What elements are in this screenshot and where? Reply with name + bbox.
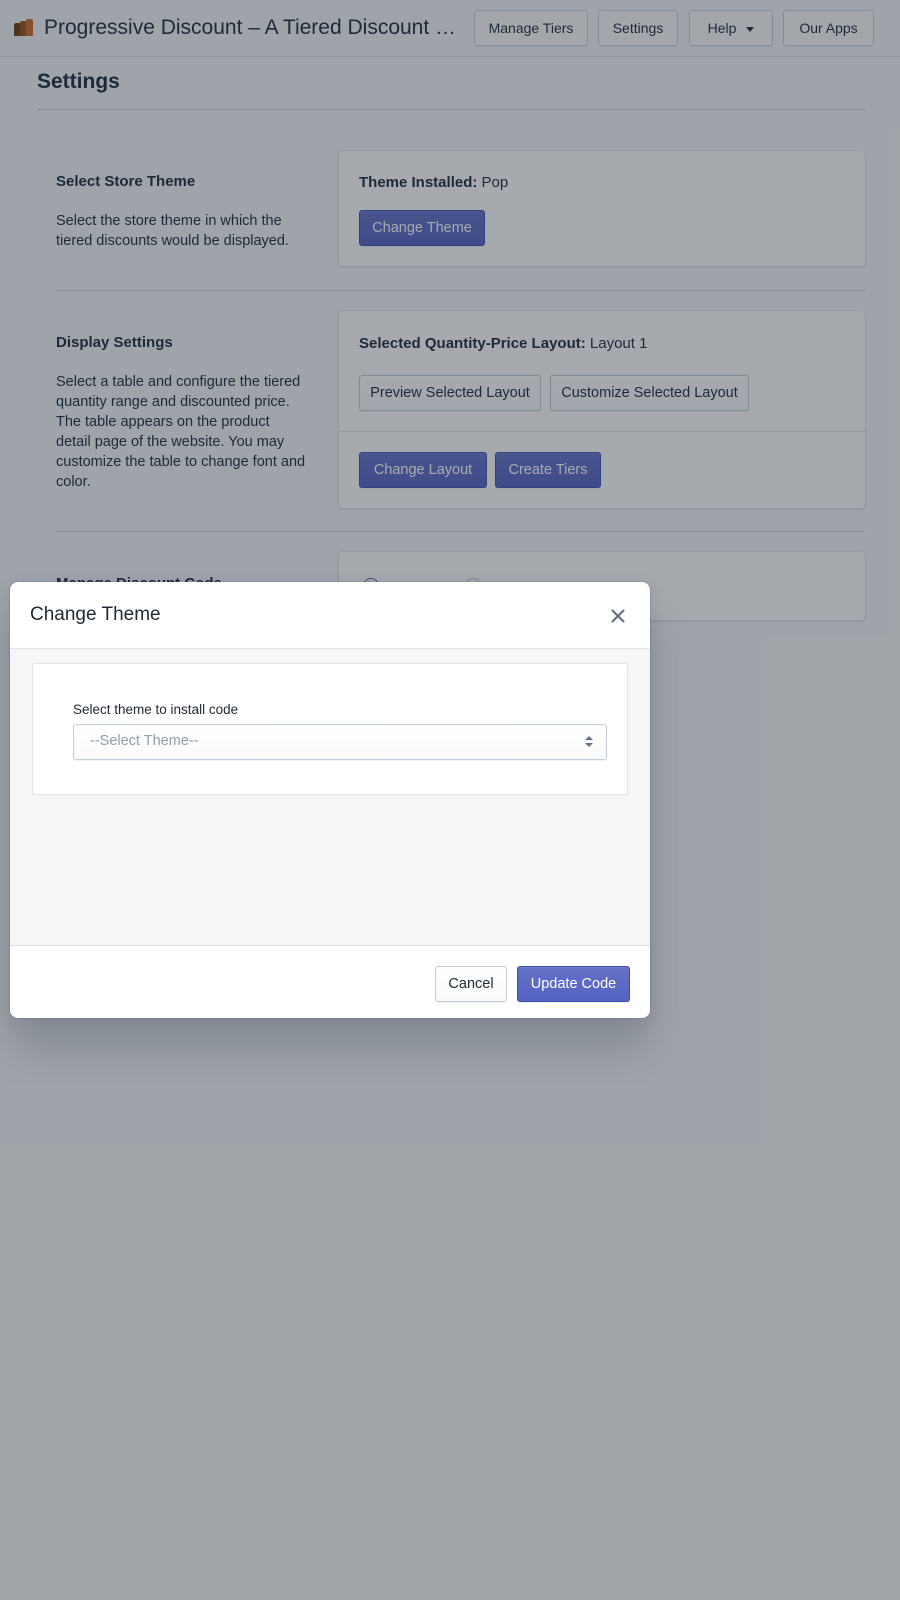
theme-select-label: Select theme to install code <box>73 702 239 717</box>
modal-header: Change Theme <box>10 582 650 649</box>
update-code-label: Update Code <box>530 976 617 992</box>
cancel-label: Cancel <box>448 976 494 992</box>
modal-body: Select theme to install code --Select Th… <box>10 649 650 946</box>
close-icon[interactable] <box>610 608 626 624</box>
cancel-button[interactable]: Cancel <box>435 966 507 1002</box>
modal-title: Change Theme <box>30 604 161 625</box>
select-arrows-icon <box>585 736 593 749</box>
theme-select-placeholder: --Select Theme-- <box>90 733 199 749</box>
theme-select[interactable]: --Select Theme-- <box>73 724 607 760</box>
theme-select-panel: Select theme to install code --Select Th… <box>32 663 628 795</box>
change-theme-modal: Change Theme Select theme to install cod… <box>10 582 650 1018</box>
update-code-button[interactable]: Update Code <box>517 966 630 1002</box>
